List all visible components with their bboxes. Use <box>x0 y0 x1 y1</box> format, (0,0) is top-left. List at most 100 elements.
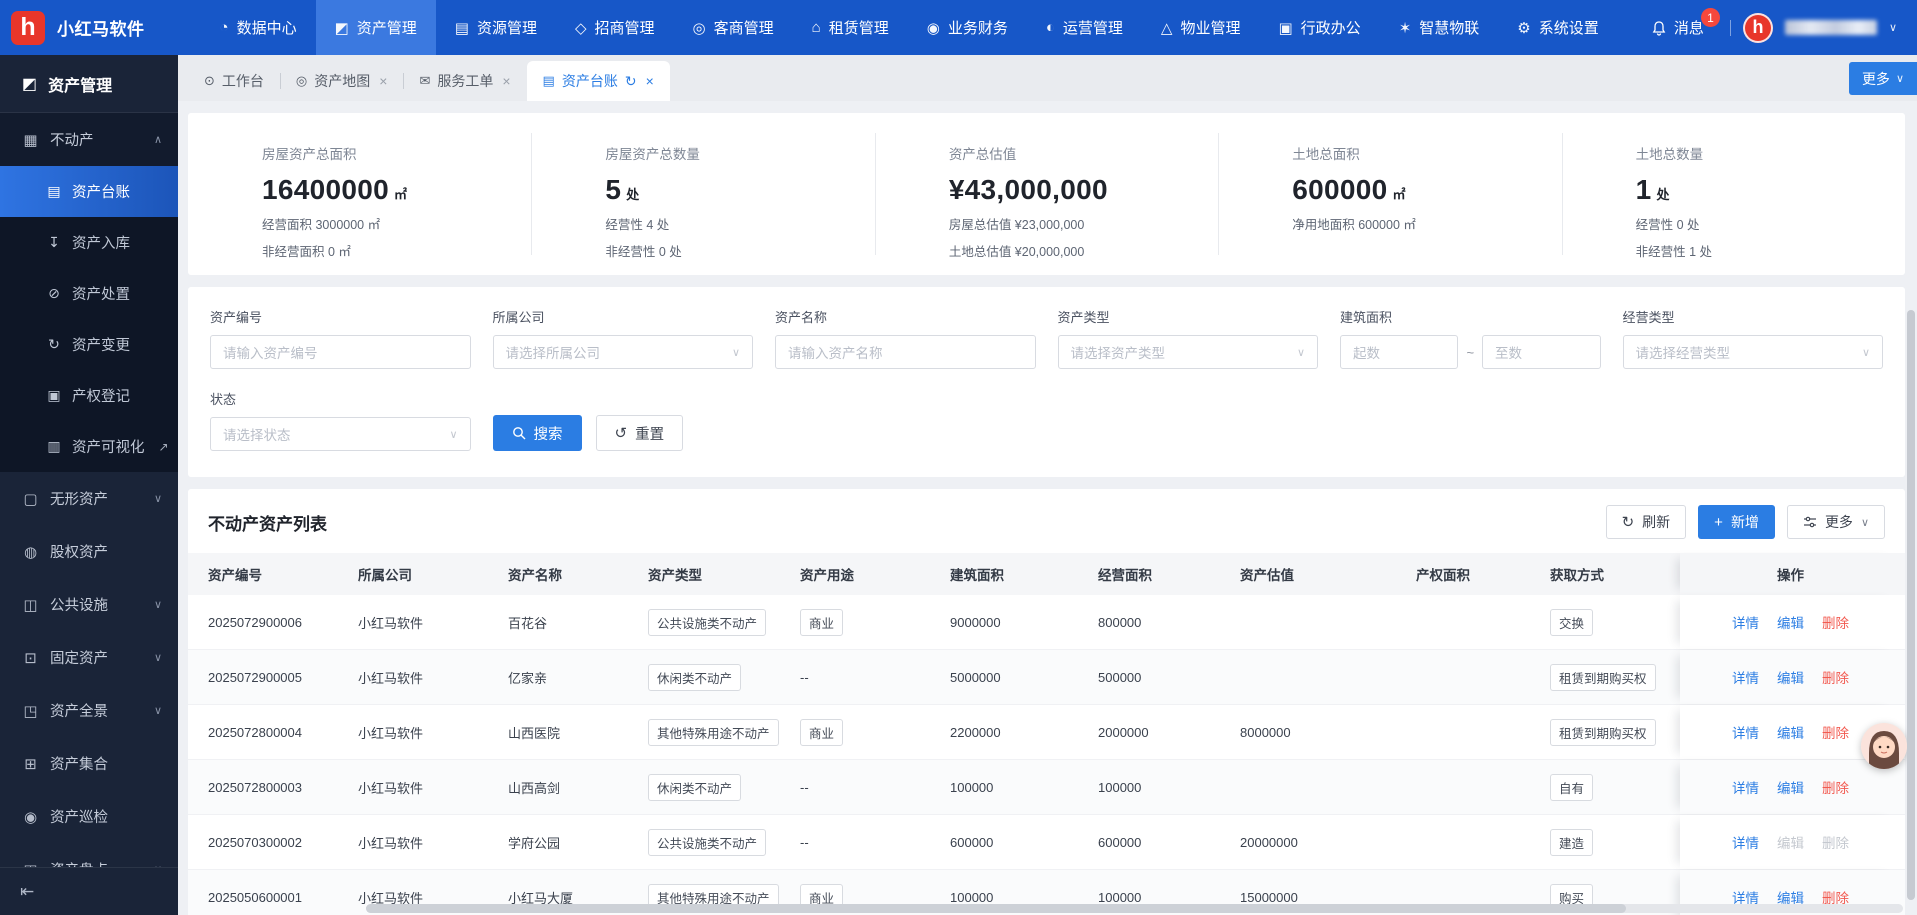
building-area-from-input[interactable]: 起数 <box>1340 335 1458 369</box>
delete-link[interactable]: 删除 <box>1822 832 1849 852</box>
table-row-2025070300002: 2025070300002小红马软件学府公园公共设施类不动产--60000060… <box>188 815 1905 870</box>
sidebar-item-intangible-assets[interactable]: ▢无形资产∨ <box>0 472 178 525</box>
sidebar-item-asset-inventory[interactable]: ◰资产盘点∨ <box>0 843 178 867</box>
edit-link[interactable]: 编辑 <box>1777 832 1804 852</box>
cell: 2200000 <box>930 725 1078 740</box>
delete-link[interactable]: 删除 <box>1822 722 1849 742</box>
edit-link[interactable]: 编辑 <box>1777 777 1804 797</box>
col-header-9: 获取方式 <box>1530 564 1680 584</box>
topnav-item-resource-mgmt[interactable]: ▤资源管理 <box>436 0 556 55</box>
delete-link[interactable]: 删除 <box>1822 777 1849 797</box>
tab-refresh-icon[interactable]: ↻ <box>625 73 637 90</box>
topnav-item-label: 客商管理 <box>714 17 774 38</box>
asset-type-tag: 公共设施类不动产 <box>648 609 766 636</box>
tab-label: 资产台账 <box>562 71 618 91</box>
edit-link[interactable]: 编辑 <box>1777 612 1804 632</box>
topnav-item-biz-finance[interactable]: ◉业务财务 <box>908 0 1027 55</box>
sidebar-group-immovable[interactable]: ▦不动产∧ <box>0 113 178 166</box>
asset-visualization-icon: ▥ <box>46 438 62 455</box>
col-header-4: 资产用途 <box>780 564 930 584</box>
delete-link[interactable]: 删除 <box>1822 667 1849 687</box>
delete-link[interactable]: 删除 <box>1822 612 1849 632</box>
asset-name-input[interactable]: 请输入资产名称 <box>775 335 1036 369</box>
cell: 600000 <box>930 835 1078 850</box>
sidebar-item-public-facilities[interactable]: ◫公共设施∨ <box>0 578 178 631</box>
assistant-avatar[interactable] <box>1861 723 1907 769</box>
sidebar-item-label: 固定资产 <box>50 647 108 668</box>
ledger-icon: ▤ <box>543 73 555 89</box>
asset-disposal-icon: ⊘ <box>46 285 62 302</box>
edit-link[interactable]: 编辑 <box>1777 722 1804 742</box>
tab-close-icon[interactable]: × <box>379 73 387 89</box>
tab-workbench[interactable]: ⊙工作台 <box>188 61 280 101</box>
reset-button[interactable]: ↺重置 <box>596 415 684 451</box>
col-header-2: 资产名称 <box>488 564 628 584</box>
building-area-to-input[interactable]: 至数 <box>1482 335 1600 369</box>
chevron-down-icon: ∨ <box>154 704 162 717</box>
status-select[interactable]: 请选择状态∨ <box>210 417 471 451</box>
user-avatar[interactable]: h <box>1743 13 1773 43</box>
add-button[interactable]: + 新增 <box>1698 505 1775 539</box>
topnav-item-label: 智慧物联 <box>1419 17 1479 38</box>
detail-link[interactable]: 详情 <box>1732 612 1759 632</box>
topnav-item-smart-iot[interactable]: ✶智慧物联 <box>1380 0 1499 55</box>
horizontal-scrollbar-thumb[interactable] <box>366 904 1626 913</box>
sidebar-item-asset-panorama[interactable]: ◳资产全景∨ <box>0 684 178 737</box>
sidebar-item-equity-assets[interactable]: ◍股权资产 <box>0 525 178 578</box>
tab-label: 服务工单 <box>437 71 493 91</box>
sidebar-item-asset-disposal[interactable]: ⊘资产处置 <box>0 268 178 319</box>
user-menu-caret-icon[interactable]: ∨ <box>1889 21 1897 34</box>
detail-link[interactable]: 详情 <box>1732 722 1759 742</box>
tab-asset-ledger[interactable]: ▤ 资产台账 ↻ × <box>527 61 670 101</box>
search-icon <box>512 426 526 440</box>
cell: -- <box>780 670 930 685</box>
asset-code-input[interactable]: 请输入资产编号 <box>210 335 471 369</box>
chevron-down-icon: ∨ <box>732 346 740 359</box>
filter-label: 资产编号 <box>210 307 471 326</box>
topnav-item-property-mgmt[interactable]: △物业管理 <box>1142 0 1260 55</box>
cell: 山西高剑 <box>488 778 628 797</box>
tab-service-order[interactable]: ✉服务工单× <box>403 61 526 101</box>
refresh-button[interactable]: ↻ 刷新 <box>1606 505 1687 539</box>
messages-button[interactable]: 消息 1 <box>1651 17 1704 38</box>
topnav-item-invest-mgmt[interactable]: ◇招商管理 <box>556 0 674 55</box>
tab-close-icon[interactable]: × <box>646 73 654 89</box>
sidebar-item-fixed-assets[interactable]: ⊡固定资产∨ <box>0 631 178 684</box>
sidebar-item-property-right-register[interactable]: ▣产权登记 <box>0 370 178 421</box>
username-redacted[interactable] <box>1785 20 1877 35</box>
topnav-item-lease-mgmt[interactable]: ⌂租赁管理 <box>793 0 908 55</box>
detail-link[interactable]: 详情 <box>1732 667 1759 687</box>
tab-asset-map[interactable]: ◎资产地图× <box>280 61 404 101</box>
search-button[interactable]: 搜索 <box>493 415 582 451</box>
tabs-more-button[interactable]: 更多 ∨ <box>1849 62 1917 95</box>
sidebar-item-asset-inspection[interactable]: ◉资产巡检 <box>0 790 178 843</box>
owner-company-select[interactable]: 请选择所属公司∨ <box>493 335 754 369</box>
horizontal-scrollbar[interactable] <box>366 904 1903 913</box>
sidebar-item-asset-ledger[interactable]: ▤资产台账 <box>0 166 178 217</box>
cell: 学府公园 <box>488 833 628 852</box>
detail-link[interactable]: 详情 <box>1732 832 1759 852</box>
topnav-item-operation-mgmt[interactable]: ◐运营管理 <box>1027 0 1142 55</box>
vertical-scrollbar-thumb[interactable] <box>1907 310 1915 900</box>
sidebar-collapse-button[interactable]: ⇤ <box>0 867 178 915</box>
table-more-label: 更多 <box>1825 512 1853 532</box>
sidebar-item-asset-collection[interactable]: ⊞资产集合 <box>0 737 178 790</box>
cell: 800000 <box>1078 615 1220 630</box>
operating-type-select[interactable]: 请选择经营类型∨ <box>1623 335 1884 369</box>
detail-link[interactable]: 详情 <box>1732 777 1759 797</box>
table-more-caret-icon: ∨ <box>1861 516 1869 529</box>
stat-unit: 处 <box>626 187 639 202</box>
topnav-item-system-settings[interactable]: ⚙系统设置 <box>1498 0 1617 55</box>
table-more-button[interactable]: 更多 ∨ <box>1787 505 1885 539</box>
topnav-item-admin-office[interactable]: ▣行政办公 <box>1259 0 1379 55</box>
topnav-item-merchant-mgmt[interactable]: ◎客商管理 <box>674 0 793 55</box>
tab-close-icon[interactable]: × <box>502 73 510 89</box>
sidebar-item-asset-change[interactable]: ↻资产变更 <box>0 319 178 370</box>
chevron-down-icon: ∨ <box>154 651 162 664</box>
edit-link[interactable]: 编辑 <box>1777 667 1804 687</box>
sidebar-item-asset-visualization[interactable]: ▥资产可视化↗ <box>0 421 178 472</box>
asset-type-select[interactable]: 请选择资产类型∨ <box>1058 335 1319 369</box>
topnav-item-data-center[interactable]: ◔数据中心 <box>201 0 316 55</box>
sidebar-item-asset-inbound[interactable]: ↧资产入库 <box>0 217 178 268</box>
topnav-item-asset-mgmt[interactable]: ◩资产管理 <box>316 0 436 55</box>
